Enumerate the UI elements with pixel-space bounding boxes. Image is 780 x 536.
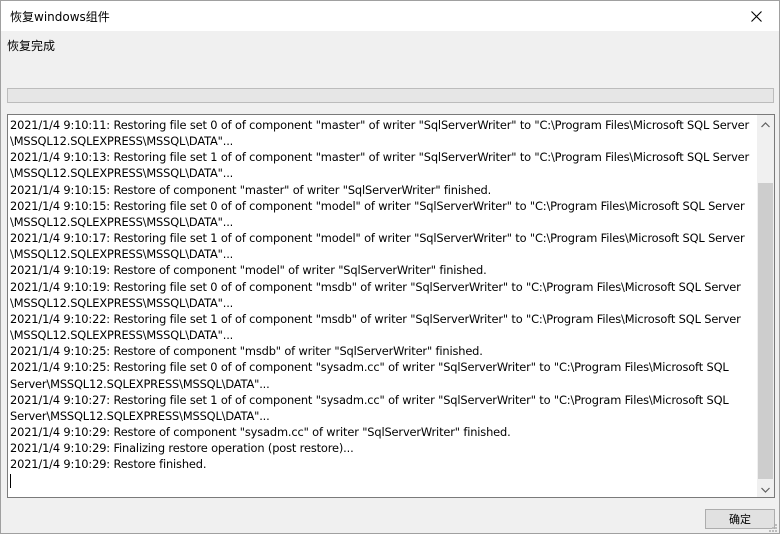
- log-line: 2021/1/4 9:10:29: Restore of component "…: [10, 424, 511, 439]
- close-button[interactable]: [733, 1, 779, 31]
- log-line: 2021/1/4 9:10:25: Restoring file set 0 o…: [10, 360, 729, 375]
- scroll-up-arrow-icon: [761, 117, 770, 131]
- log-line: 2021/1/4 9:10:19: Restore of component "…: [10, 263, 487, 278]
- status-label: 恢复完成: [7, 39, 56, 53]
- log-line: \MSSQL12.SQLEXPRESS\MSSQL\DATA"...: [10, 134, 234, 149]
- log-line: \MSSQL12.SQLEXPRESS\MSSQL\DATA"...: [10, 166, 234, 181]
- log-line: 2021/1/4 9:10:29: Finalizing restore ope…: [10, 441, 354, 456]
- vertical-scrollbar[interactable]: [757, 115, 774, 497]
- text-caret: [10, 473, 11, 488]
- progress-bar: [7, 88, 774, 103]
- scroll-down-arrow-icon: [761, 482, 770, 496]
- title-bar: 恢复windows组件: [1, 1, 779, 31]
- scroll-up-button[interactable]: [757, 115, 774, 132]
- restore-dialog: 恢复windows组件 恢复完成 2021/1/4 9:10:11: Resto…: [0, 0, 780, 534]
- window-title: 恢复windows组件: [10, 10, 110, 24]
- log-text: 2021/1/4 9:10:11: Restoring file set 0 o…: [10, 117, 754, 489]
- log-line: \MSSQL12.SQLEXPRESS\MSSQL\DATA"...: [10, 295, 234, 310]
- scroll-down-button[interactable]: [757, 480, 774, 497]
- log-line: 2021/1/4 9:10:25: Restore of component "…: [10, 344, 483, 359]
- log-line: 2021/1/4 9:10:11: Restoring file set 0 o…: [10, 118, 750, 132]
- log-line: 2021/1/4 9:10:13: Restoring file set 1 o…: [10, 150, 750, 165]
- log-line: \MSSQL12.SQLEXPRESS\MSSQL\DATA"...: [10, 328, 234, 343]
- log-line: \MSSQL12.SQLEXPRESS\MSSQL\DATA"...: [10, 214, 234, 229]
- log-line: 2021/1/4 9:10:27: Restoring file set 1 o…: [10, 392, 729, 407]
- log-line: 2021/1/4 9:10:15: Restore of component "…: [10, 182, 492, 197]
- log-line: 2021/1/4 9:10:17: Restoring file set 1 o…: [10, 231, 745, 246]
- log-line: 2021/1/4 9:10:22: Restoring file set 1 o…: [10, 311, 741, 326]
- log-caret-line: [10, 472, 754, 488]
- log-line: 2021/1/4 9:10:19: Restoring file set 0 o…: [10, 279, 741, 294]
- log-line: \MSSQL12.SQLEXPRESS\MSSQL\DATA"...: [10, 247, 234, 262]
- log-line: Server\MSSQL12.SQLEXPRESS\MSSQL\DATA"...: [10, 408, 270, 423]
- log-line: Server\MSSQL12.SQLEXPRESS\MSSQL\DATA"...: [10, 376, 270, 391]
- ok-button[interactable]: 确定: [705, 509, 775, 529]
- log-line: 2021/1/4 9:10:29: Restore finished.: [10, 457, 207, 472]
- close-icon: [750, 10, 762, 22]
- log-line: 2021/1/4 9:10:15: Restoring file set 0 o…: [10, 198, 745, 213]
- resize-grip-icon[interactable]: [768, 522, 778, 532]
- log-textarea[interactable]: 2021/1/4 9:10:11: Restoring file set 0 o…: [7, 114, 775, 498]
- scroll-thumb[interactable]: [758, 183, 773, 479]
